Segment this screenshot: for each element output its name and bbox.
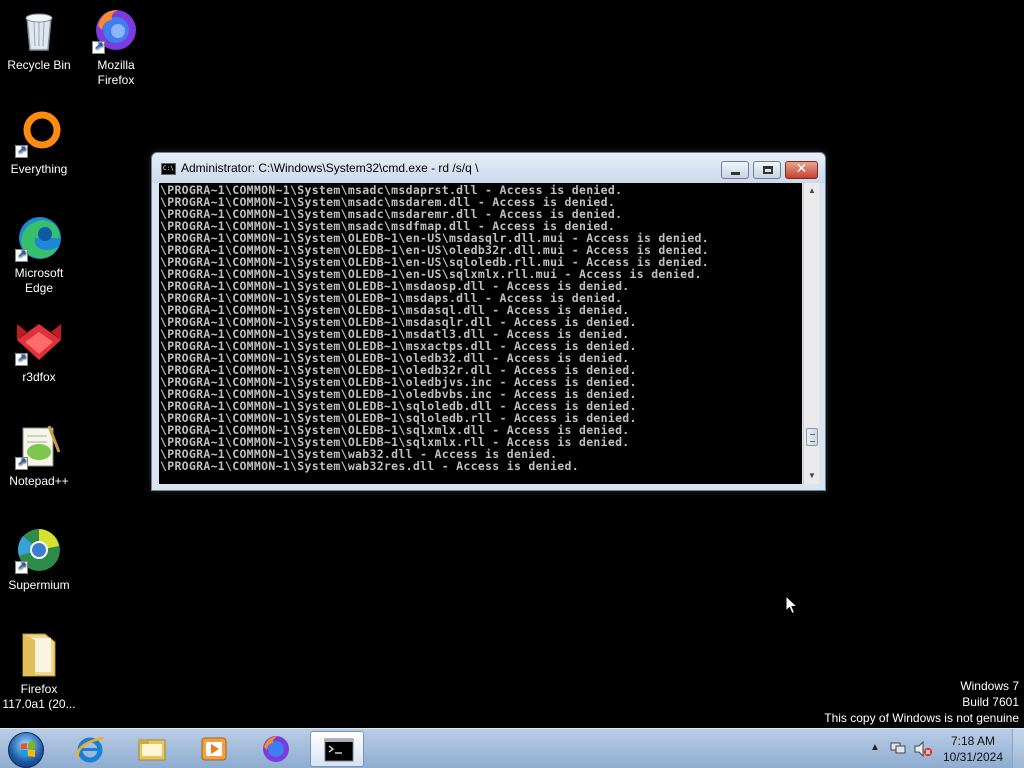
- desktop-icon-r3dfox[interactable]: r3dfox: [1, 318, 77, 385]
- clock-time: 7:18 AM: [950, 734, 996, 748]
- windows-explorer-icon: [138, 739, 166, 761]
- minimize-icon: [731, 172, 740, 175]
- taskbar-clock[interactable]: 7:18 AM 10/31/2024: [938, 733, 1008, 765]
- start-button[interactable]: [4, 730, 48, 768]
- mouse-cursor-icon: [785, 595, 799, 615]
- close-button[interactable]: ✕: [785, 161, 818, 179]
- desktop-icon-edge[interactable]: Microsoft Edge: [1, 214, 77, 296]
- notepad-plus-plus-icon: [15, 422, 63, 470]
- scrollbar-thumb[interactable]: [806, 428, 818, 446]
- console-line: \PROGRA~1\COMMON~1\System\wab32res.dll -…: [160, 459, 579, 473]
- taskbar-item-media-player[interactable]: [186, 731, 240, 767]
- desktop-icon-recycle-bin[interactable]: Recycle Bin: [1, 6, 77, 73]
- show-hidden-icons-button[interactable]: ▲: [870, 742, 880, 753]
- network-icon[interactable]: [890, 741, 906, 755]
- shortcut-arrow-icon: [15, 455, 28, 470]
- internet-explorer-icon: [76, 736, 104, 763]
- shortcut-arrow-icon: [15, 247, 28, 262]
- folder-icon: [15, 630, 63, 678]
- show-desktop-button[interactable]: [1012, 729, 1024, 768]
- shortcut-arrow-icon: [15, 559, 28, 574]
- cmd-window[interactable]: C:\ Administrator: C:\Windows\System32\c…: [151, 152, 826, 491]
- taskbar-item-windows-explorer[interactable]: [124, 731, 178, 767]
- recycle-bin-icon: [15, 6, 63, 54]
- desktop-icon-label: Mozilla Firefox: [97, 58, 135, 87]
- desktop-icon-label: Notepad++: [9, 474, 69, 488]
- volume-muted-icon[interactable]: [914, 741, 932, 757]
- shortcut-arrow-icon: [15, 351, 28, 366]
- desktop-icon-everything[interactable]: Everything: [1, 110, 77, 177]
- media-player-icon: [201, 737, 227, 761]
- cmd-console-output[interactable]: \PROGRA~1\COMMON~1\System\msadc\msdaprst…: [159, 183, 802, 484]
- firefox-icon: [263, 736, 289, 762]
- minimize-button[interactable]: [721, 161, 749, 179]
- watermark-build: Build 7601: [962, 695, 1019, 709]
- cmd-lines: \PROGRA~1\COMMON~1\System\msadc\msdaprst…: [159, 183, 802, 472]
- close-icon: ✕: [795, 161, 808, 177]
- firefox-icon: [92, 6, 140, 54]
- system-tray: ▲ 7:18 AM 10/31/2024: [866, 729, 1024, 768]
- cmd-window-title: Administrator: C:\Windows\System32\cmd.e…: [181, 161, 479, 175]
- windows-watermark: Windows 7 Build 7601 This copy of Window…: [824, 678, 1019, 726]
- clock-date: 10/31/2024: [942, 750, 1004, 764]
- desktop-icon-label: Recycle Bin: [7, 58, 71, 72]
- desktop-icon-firefox-folder[interactable]: Firefox 117.0a1 (20...: [1, 630, 77, 712]
- supermium-icon: [15, 526, 63, 574]
- desktop-icon-label: Firefox 117.0a1 (20...: [2, 682, 76, 711]
- desktop-icon-notepadpp[interactable]: Notepad++: [1, 422, 77, 489]
- start-orb-icon: [8, 732, 44, 768]
- scroll-down-arrow-icon[interactable]: ▼: [804, 468, 820, 484]
- taskbar: ▲ 7:18 AM 10/31/2024: [0, 728, 1024, 768]
- maximize-button[interactable]: [753, 161, 781, 179]
- scroll-up-arrow-icon[interactable]: ▲: [804, 183, 820, 199]
- edge-icon: [15, 214, 63, 262]
- cmd-titlebar[interactable]: C:\ Administrator: C:\Windows\System32\c…: [152, 153, 825, 183]
- r3dfox-icon: [15, 318, 63, 366]
- desktop-icon-supermium[interactable]: Supermium: [1, 526, 77, 593]
- taskbar-item-command-prompt[interactable]: [310, 731, 364, 767]
- windows-logo-icon: [21, 742, 35, 757]
- desktop-icon-label: r3dfox: [22, 370, 56, 384]
- shortcut-arrow-icon: [92, 39, 105, 54]
- desktop-icon-label: Everything: [10, 162, 68, 176]
- shortcut-arrow-icon: [15, 143, 28, 158]
- vertical-scrollbar[interactable]: ▲ ▼: [803, 183, 819, 484]
- cmd-app-icon: C:\: [161, 163, 176, 175]
- desktop-icon-firefox[interactable]: Mozilla Firefox: [78, 6, 154, 88]
- maximize-icon: [763, 166, 773, 174]
- everything-search-icon: [15, 110, 63, 158]
- desktop-icon-label: Microsoft Edge: [14, 266, 64, 295]
- watermark-os: Windows 7: [960, 679, 1019, 693]
- command-prompt-icon: [324, 738, 354, 762]
- desktop-icon-label: Supermium: [8, 578, 70, 592]
- watermark-genuine-notice: This copy of Windows is not genuine: [824, 711, 1019, 725]
- taskbar-item-internet-explorer[interactable]: [62, 731, 116, 767]
- taskbar-item-firefox[interactable]: [248, 731, 302, 767]
